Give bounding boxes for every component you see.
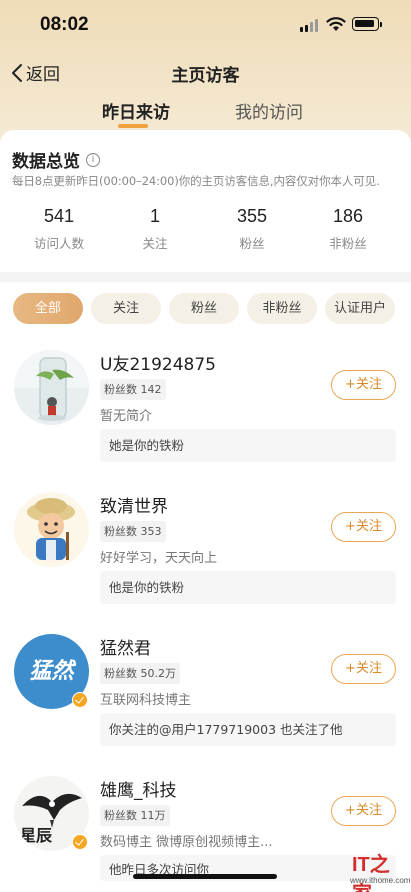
- stat-label: 访问人数: [33, 236, 84, 251]
- visitor-name[interactable]: 雄鹰_科技: [100, 776, 177, 801]
- tab-yesterday-visitors[interactable]: 昨日来访: [102, 98, 170, 123]
- navigation-bar: 返回 主页访客: [0, 52, 411, 92]
- follow-button[interactable]: +关注: [331, 512, 396, 542]
- filter-fans[interactable]: 粉丝: [169, 293, 239, 324]
- visitor-item[interactable]: 致清世界 粉丝数 353 好好学习，天天向上 他是你的铁粉 +关注: [0, 486, 411, 628]
- filter-chips: 全部 关注 粉丝 非粉丝 认证用户: [0, 293, 411, 327]
- stat-value: 355: [236, 206, 268, 226]
- follow-button[interactable]: +关注: [331, 654, 396, 684]
- overview-section: 数据总览 i: [12, 147, 100, 172]
- stat-label: 关注: [142, 236, 168, 251]
- section-divider: [0, 272, 411, 282]
- stat-fans[interactable]: 355 粉丝: [202, 206, 302, 252]
- wifi-icon: [326, 17, 346, 31]
- relation-note: 你关注的@用户1779719003 也关注了他: [100, 713, 396, 746]
- watermark-logo: IT之家: [352, 854, 390, 892]
- overview-title: 数据总览: [12, 152, 80, 172]
- filter-following[interactable]: 关注: [91, 293, 161, 324]
- visitor-name[interactable]: 致清世界: [100, 492, 168, 517]
- verified-badge-icon: [72, 834, 88, 850]
- stat-label: 粉丝: [239, 236, 265, 251]
- fans-count: 粉丝数 142: [100, 379, 166, 400]
- stat-following[interactable]: 1 关注: [105, 206, 205, 252]
- filter-all[interactable]: 全部: [13, 293, 83, 324]
- info-icon[interactable]: i: [86, 152, 100, 167]
- active-tab-indicator: [118, 124, 148, 128]
- watermark-url: www.ithome.com: [350, 876, 411, 885]
- avatar[interactable]: [14, 492, 89, 567]
- battery-icon: [352, 17, 382, 31]
- verified-badge-icon: [72, 692, 88, 708]
- visitor-bio: 好好学习，天天向上: [100, 551, 218, 566]
- stat-visitors[interactable]: 541 访问人数: [9, 206, 109, 252]
- stat-value: 186: [332, 206, 364, 226]
- watermark: IT之家 www.ithome.com: [350, 848, 411, 892]
- visitor-name[interactable]: U友21924875: [100, 350, 216, 375]
- tab-bar: 昨日来访 我的访问: [0, 96, 411, 132]
- overview-description: 每日8点更新昨日(00:00–24:00)你的主页访客信息,内容仅对你本人可见.: [12, 174, 380, 188]
- follow-button[interactable]: +关注: [331, 796, 396, 826]
- content-card: 数据总览 i 每日8点更新昨日(00:00–24:00)你的主页访客信息,内容仅…: [0, 130, 411, 892]
- avatar-text: 星辰: [20, 826, 53, 845]
- home-indicator[interactable]: [133, 874, 277, 879]
- relation-note: 他是你的铁粉: [100, 571, 396, 604]
- fans-count: 粉丝数 11万: [100, 805, 170, 826]
- status-bar: 08:02: [0, 0, 411, 52]
- relation-note: 她是你的铁粉: [100, 429, 396, 462]
- status-time: 08:02: [40, 14, 89, 35]
- visitor-name[interactable]: 猛然君: [100, 634, 151, 659]
- visitor-bio: 互联网科技博主: [100, 693, 192, 708]
- stat-value: 1: [149, 206, 160, 226]
- fans-count: 粉丝数 353: [100, 521, 166, 542]
- filter-non-fans[interactable]: 非粉丝: [247, 293, 317, 324]
- visitor-bio: 数码博主 微博原创视频博主...: [100, 835, 273, 850]
- page-title: 主页访客: [171, 66, 240, 86]
- visitor-bio: 暂无简介: [100, 409, 153, 424]
- visitor-item[interactable]: U友21924875 粉丝数 142 暂无简介 她是你的铁粉 +关注: [0, 344, 411, 486]
- stat-value: 541: [43, 206, 75, 226]
- stats-row: 541 访问人数 1 关注 355 粉丝 186 非粉丝: [0, 206, 411, 258]
- stat-non-fans[interactable]: 186 非粉丝: [298, 206, 398, 252]
- visitor-item[interactable]: 猛然 猛然君 粉丝数 50.2万 互联网科技博主 你关注的@用户17797190…: [0, 628, 411, 770]
- follow-button[interactable]: +关注: [331, 370, 396, 400]
- stat-label: 非粉丝: [329, 236, 367, 251]
- tab-my-visits[interactable]: 我的访问: [235, 98, 303, 123]
- avatar[interactable]: [14, 350, 89, 425]
- cellular-signal-icon: [300, 19, 320, 32]
- filter-verified-users[interactable]: 认证用户: [325, 293, 395, 324]
- fans-count: 粉丝数 50.2万: [100, 663, 180, 684]
